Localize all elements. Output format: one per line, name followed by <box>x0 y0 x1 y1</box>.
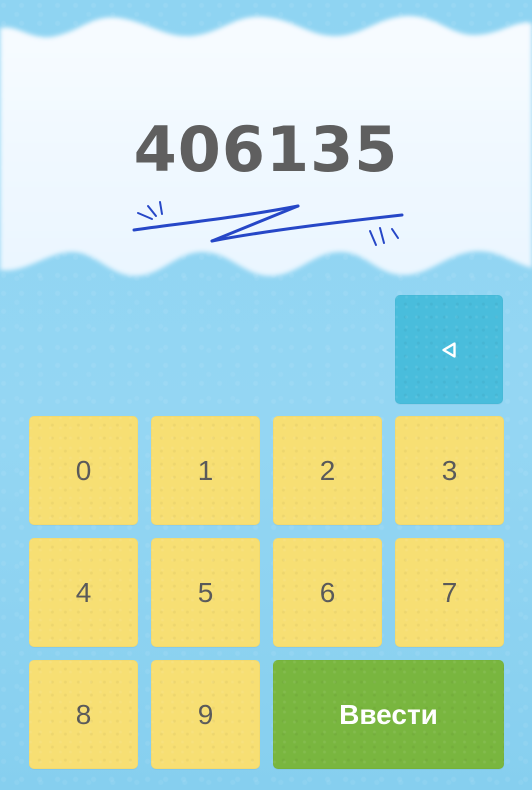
digit-key-4[interactable]: 4 <box>29 538 138 647</box>
code-display: 406135 <box>133 113 399 186</box>
backspace-button[interactable] <box>395 295 503 404</box>
scribble-decoration <box>132 201 404 246</box>
digit-key-9[interactable]: 9 <box>151 660 260 769</box>
backspace-triangle-icon <box>442 341 456 358</box>
digit-key-1[interactable]: 1 <box>151 416 260 525</box>
digit-key-2[interactable]: 2 <box>273 416 382 525</box>
digit-key-8[interactable]: 8 <box>29 660 138 769</box>
digit-key-6[interactable]: 6 <box>273 538 382 647</box>
digit-key-7[interactable]: 7 <box>395 538 504 647</box>
digit-key-3[interactable]: 3 <box>395 416 504 525</box>
digit-key-0[interactable]: 0 <box>29 416 138 525</box>
digit-key-5[interactable]: 5 <box>151 538 260 647</box>
enter-button[interactable]: Ввести <box>273 660 504 769</box>
